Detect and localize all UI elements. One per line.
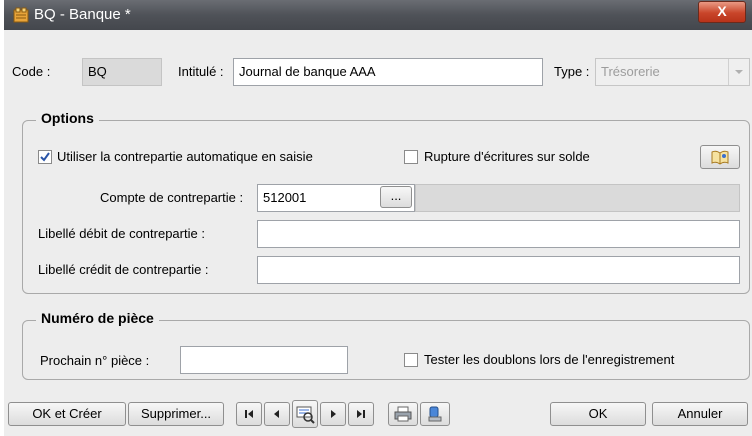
journal-dialog: BQ - Banque * X Code : BQ Intitulé : Jou… — [4, 0, 752, 436]
type-value: Trésorerie — [601, 64, 660, 79]
type-label: Type : — [554, 64, 590, 79]
prochain-label: Prochain n° pièce : — [40, 353, 150, 368]
rupture-label[interactable]: Rupture d'écritures sur solde — [424, 149, 590, 164]
compte-description-field — [415, 184, 740, 212]
nav-search-button[interactable] — [292, 400, 318, 428]
first-record-icon — [237, 408, 261, 420]
title-bar[interactable]: BQ - Banque * X — [4, 0, 752, 30]
compte-label: Compte de contrepartie : — [100, 190, 244, 205]
code-label: Code : — [12, 64, 51, 79]
last-record-icon — [349, 408, 373, 420]
intitule-field[interactable]: Journal de banque AAA — [233, 58, 543, 86]
rupture-checkbox[interactable] — [404, 150, 418, 164]
help-button[interactable] — [700, 145, 740, 169]
piece-title: Numéro de pièce — [36, 310, 159, 326]
doublons-checkbox[interactable] — [404, 353, 418, 367]
nav-prev-button[interactable] — [264, 402, 290, 426]
ok-creer-button[interactable]: OK et Créer — [8, 402, 126, 426]
libelle-debit-label: Libellé débit de contrepartie : — [38, 226, 205, 241]
compte-browse-button[interactable]: ... — [380, 186, 412, 208]
nav-last-button[interactable] — [348, 402, 374, 426]
libelle-debit-field[interactable] — [257, 220, 740, 248]
export-icon — [421, 406, 449, 422]
window-title: BQ - Banque * — [34, 6, 131, 23]
options-title: Options — [36, 110, 99, 126]
ok-button[interactable]: OK — [550, 402, 646, 426]
printer-icon — [389, 406, 417, 422]
close-button[interactable]: X — [698, 1, 746, 23]
auto-contrepartie-label[interactable]: Utiliser la contrepartie automatique en … — [57, 149, 313, 164]
libelle-credit-label: Libellé crédit de contrepartie : — [38, 262, 209, 277]
auto-contrepartie-checkbox[interactable] — [38, 150, 52, 164]
prochain-field[interactable] — [180, 346, 348, 374]
nav-next-button[interactable] — [320, 402, 346, 426]
search-list-icon — [293, 404, 317, 424]
export-button[interactable] — [420, 402, 450, 426]
libelle-credit-field[interactable] — [257, 256, 740, 284]
code-field[interactable]: BQ — [82, 58, 162, 86]
annuler-button[interactable]: Annuler — [652, 402, 748, 426]
previous-record-icon — [265, 408, 289, 420]
supprimer-button[interactable]: Supprimer... — [128, 402, 224, 426]
type-select[interactable]: Trésorerie — [595, 58, 750, 86]
print-button[interactable] — [388, 402, 418, 426]
next-record-icon — [321, 408, 345, 420]
book-icon — [701, 148, 739, 166]
chevron-down-icon — [728, 59, 749, 85]
doublons-label[interactable]: Tester les doublons lors de l'enregistre… — [424, 352, 674, 367]
intitule-label: Intitulé : — [178, 64, 224, 79]
nav-first-button[interactable] — [236, 402, 262, 426]
journal-icon — [12, 6, 30, 24]
piece-group — [22, 320, 750, 380]
